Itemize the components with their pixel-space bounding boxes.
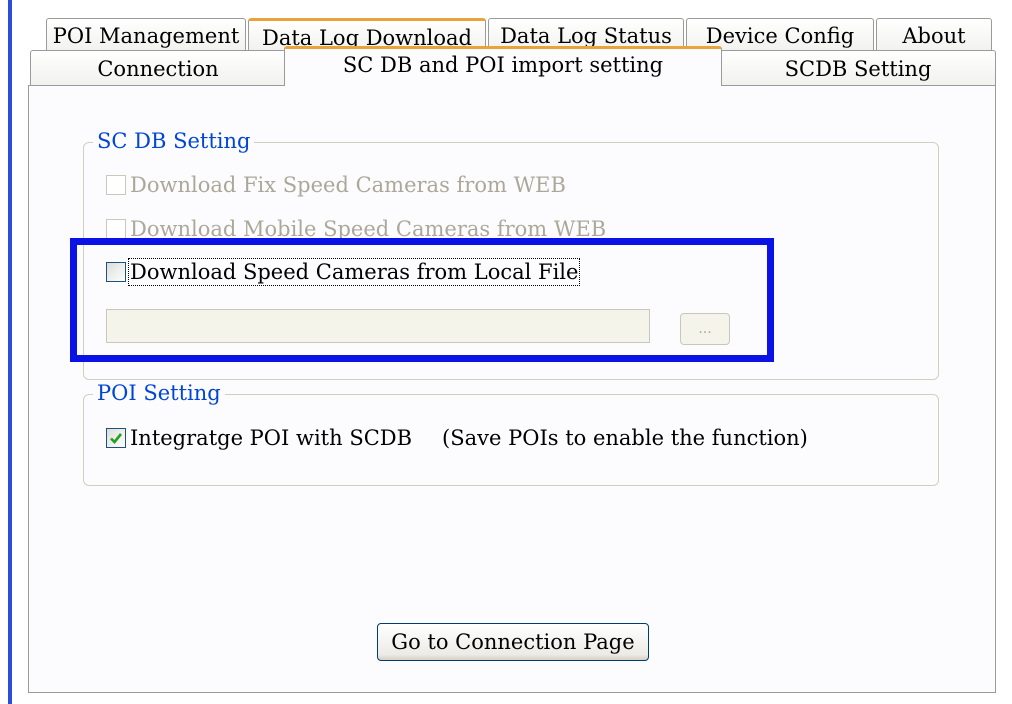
mobile-cameras-label: Download Mobile Speed Cameras from WEB <box>130 217 607 241</box>
config-window: POI Management Data Log Download Data Lo… <box>0 0 1012 704</box>
mobile-cameras-checkbox[interactable] <box>106 219 126 239</box>
go-to-connection-page-button[interactable]: Go to Connection Page <box>377 623 649 661</box>
tab-about[interactable]: About <box>876 18 992 52</box>
local-file-checkbox[interactable] <box>106 262 126 282</box>
tab-sc-db-and-poi-import-setting[interactable]: SC DB and POI import setting <box>284 46 722 86</box>
local-file-path-input[interactable] <box>106 309 650 343</box>
tab-panel: SC DB Setting Download Fix Speed Cameras… <box>28 85 996 693</box>
integrate-poi-note: (Save POIs to enable the function) <box>442 426 808 450</box>
integrate-poi-option[interactable]: Integratge POI with SCDB (Save POIs to e… <box>106 426 808 450</box>
local-file-label: Download Speed Cameras from Local File <box>127 258 581 286</box>
check-icon <box>110 433 123 444</box>
tab-connection[interactable]: Connection <box>30 50 286 86</box>
fix-cameras-label: Download Fix Speed Cameras from WEB <box>130 173 566 197</box>
tab-poi-management[interactable]: POI Management <box>46 18 246 52</box>
tab-scdb-setting[interactable]: SCDB Setting <box>720 50 996 86</box>
fix-cameras-option[interactable]: Download Fix Speed Cameras from WEB <box>106 173 566 197</box>
sc-db-setting-legend: SC DB Setting <box>93 129 255 153</box>
browse-file-button[interactable]: ... <box>680 313 730 345</box>
local-file-option[interactable]: Download Speed Cameras from Local File <box>106 258 581 286</box>
integrate-poi-checkbox[interactable] <box>106 428 126 448</box>
integrate-poi-label: Integratge POI with SCDB <box>130 426 413 450</box>
mobile-cameras-option[interactable]: Download Mobile Speed Cameras from WEB <box>106 217 606 241</box>
poi-setting-legend: POI Setting <box>93 381 225 405</box>
window-left-edge <box>8 0 12 704</box>
fix-cameras-checkbox[interactable] <box>106 175 126 195</box>
